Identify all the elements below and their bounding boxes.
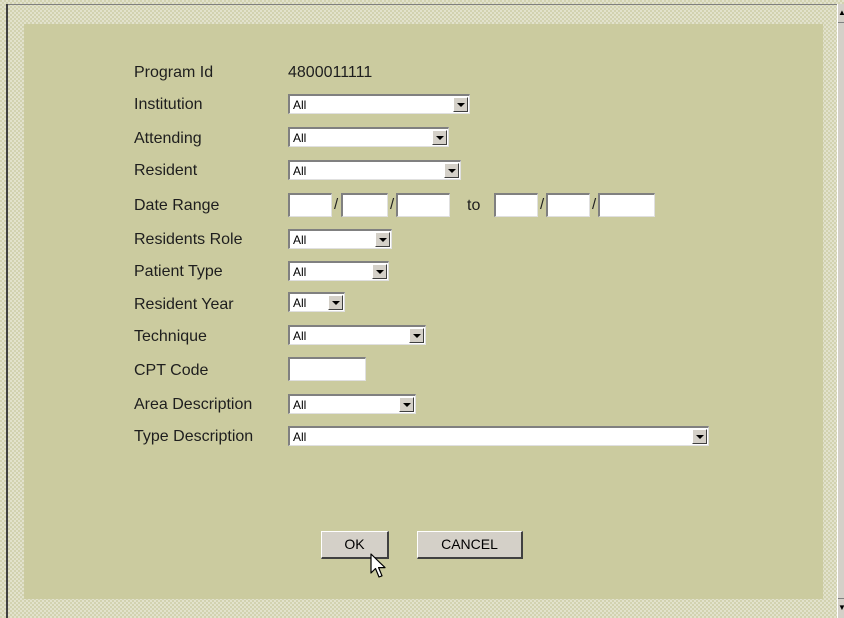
cpt-code-input[interactable] — [288, 357, 366, 381]
institution-label: Institution — [134, 96, 203, 113]
chevron-down-icon[interactable] — [372, 264, 387, 279]
institution-select[interactable]: All — [288, 94, 470, 114]
date-to-year-input[interactable] — [598, 193, 655, 217]
date-from-day-input[interactable] — [341, 193, 388, 217]
date-range-to-label: to — [467, 197, 481, 214]
chevron-down-icon[interactable] — [375, 232, 390, 247]
cancel-button[interactable]: CANCEL — [417, 531, 523, 559]
patient-type-selected-value: All — [293, 265, 307, 279]
date-to-day-input[interactable] — [546, 193, 590, 217]
resident-year-select[interactable]: All — [288, 292, 345, 312]
resident-year-selected-value: All — [293, 296, 307, 310]
chevron-down-icon[interactable] — [692, 429, 707, 444]
area-description-select[interactable]: All — [288, 394, 416, 414]
date-separator: / — [592, 196, 597, 213]
type-description-label: Type Description — [134, 428, 254, 445]
attending-select[interactable]: All — [288, 127, 449, 147]
technique-select[interactable]: All — [288, 325, 426, 345]
program-id-value: 4800011111 — [288, 64, 373, 81]
frame-left-border — [6, 4, 8, 618]
date-from-year-input[interactable] — [396, 193, 450, 217]
resident-label: Resident — [134, 162, 198, 179]
patient-type-label: Patient Type — [134, 263, 223, 280]
technique-label: Technique — [134, 328, 207, 345]
residents-role-select[interactable]: All — [288, 229, 392, 249]
scroll-down-arrow-icon[interactable]: ▼ — [838, 598, 844, 617]
resident-selected-value: All — [293, 164, 307, 178]
institution-selected-value: All — [293, 98, 307, 112]
area-description-label: Area Description — [134, 396, 253, 413]
date-to-month-input[interactable] — [494, 193, 538, 217]
chevron-down-icon[interactable] — [409, 328, 424, 343]
date-separator: / — [540, 196, 545, 213]
chevron-down-icon[interactable] — [399, 397, 414, 412]
frame-top-border — [6, 4, 838, 5]
chevron-down-icon[interactable] — [444, 163, 459, 178]
chevron-down-icon[interactable] — [453, 97, 468, 112]
residents-role-label: Residents Role — [134, 231, 243, 248]
type-description-select[interactable]: All — [288, 426, 709, 446]
resident-select[interactable]: All — [288, 160, 461, 180]
type-description-selected-value: All — [293, 430, 307, 444]
area-description-selected-value: All — [293, 398, 307, 412]
chevron-down-icon[interactable] — [432, 130, 447, 145]
residents-role-selected-value: All — [293, 233, 307, 247]
date-range-label: Date Range — [134, 197, 220, 214]
mouse-pointer-icon — [370, 553, 386, 578]
date-separator: / — [390, 196, 395, 213]
patient-type-select[interactable]: All — [288, 261, 389, 281]
technique-selected-value: All — [293, 329, 307, 343]
cpt-code-label: CPT Code — [134, 362, 209, 379]
attending-selected-value: All — [293, 131, 307, 145]
date-from-month-input[interactable] — [288, 193, 332, 217]
resident-year-label: Resident Year — [134, 296, 234, 313]
chevron-down-icon[interactable] — [328, 295, 343, 310]
date-separator: / — [334, 196, 339, 213]
scroll-up-arrow-icon[interactable]: ▲ — [838, 4, 844, 23]
vertical-scrollbar[interactable] — [837, 4, 844, 618]
program-id-label: Program Id — [134, 64, 214, 81]
attending-label: Attending — [134, 130, 202, 147]
